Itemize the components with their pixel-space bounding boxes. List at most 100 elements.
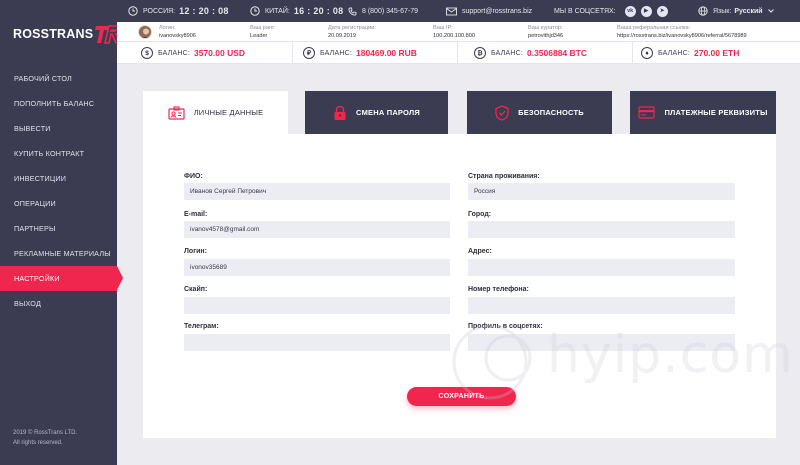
fio-input[interactable]: Иванов Сергей Петрович (184, 183, 450, 200)
tab-personal-data[interactable]: ЛИЧНЫЕ ДАННЫЕ (143, 91, 288, 134)
tab-personal-data-label: ЛИЧНЫЕ ДАННЫЕ (193, 108, 264, 117)
language-value: Русский (734, 7, 763, 15)
registration-date: Дата регистрации: 20.09.2019 (328, 24, 376, 40)
fio-label: ФИО: (184, 173, 203, 180)
balance-label: БАЛАНС: (158, 49, 190, 57)
city-input[interactable] (468, 221, 735, 238)
balance-label: БАЛАНС: (491, 49, 523, 57)
sidebar-item-logout[interactable]: ВЫХОД (0, 291, 117, 316)
balance-value: 270.00 ETH (693, 48, 740, 58)
chevron-down-icon (767, 8, 774, 15)
mail-icon (446, 7, 457, 16)
social-links: МЫ В СОЦСЕТЯХ: vk ▶ ➤ (554, 0, 668, 22)
bitcoin-icon: ₿ (474, 47, 486, 59)
balance-usd: $ БАЛАНС: 3570.00 USD (141, 42, 245, 64)
email-contact[interactable]: support@rosstrans.biz (446, 0, 532, 22)
sidebar-item-buy-contract[interactable]: КУПИТЬ КОНТРАКТ (0, 141, 117, 166)
divider (632, 42, 633, 64)
user-login-label: Логин: (159, 25, 176, 31)
balance-value: 0.3506884 BTC (526, 48, 587, 58)
support-email: support@rosstrans.biz (462, 7, 533, 15)
phone-input[interactable] (468, 297, 735, 314)
referral-link-value[interactable]: https://rosstrans.biz/ivanovsky8906/refe… (617, 32, 747, 40)
id-card-icon (168, 105, 185, 120)
curator: Ваш куратор: petrovithjd346 (528, 24, 563, 40)
telegram-input[interactable] (184, 334, 450, 351)
tab-payment-details[interactable]: ПЛАТЕЖНЫЕ РЕКВИЗИТЫ (630, 91, 776, 134)
telegram-label: Телеграм: (184, 323, 219, 330)
sidebar-item-partners[interactable]: ПАРТНЕРЫ (0, 216, 117, 241)
user-rank-label: Ваш ранг: (250, 25, 276, 31)
login-label: Логин: (184, 248, 207, 255)
clock-icon (250, 6, 260, 16)
lock-icon (333, 105, 347, 121)
address-input[interactable] (468, 259, 735, 276)
ruble-icon: ₽ (303, 47, 315, 59)
sidebar-item-dashboard[interactable]: РАБОЧИЙ СТОЛ (0, 66, 117, 91)
registration-date-label: Дата регистрации: (328, 25, 376, 31)
social-label: МЫ В СОЦСЕТЯХ: (554, 7, 616, 15)
sidebar-item-promo[interactable]: РЕКЛАМНЫЕ МАТЕРИАЛЫ (0, 241, 117, 266)
russia-clock: РОССИЯ: 12 : 20 : 08 (128, 0, 229, 22)
youtube-icon[interactable]: ▶ (640, 5, 652, 17)
shield-icon (495, 104, 509, 121)
balance-value: 180469.00 RUB (355, 48, 417, 58)
topbar: РОССИЯ: 12 : 20 : 08 КИТАЙ: 16 : 20 : 08… (117, 0, 800, 22)
user-rank: Ваш ранг: Leader (250, 24, 276, 40)
avatar[interactable] (138, 25, 152, 39)
login-input[interactable]: ivonov35689 (184, 259, 450, 276)
user-rank-value: Leader (250, 33, 268, 39)
tab-security-label: БЕЗОПАСНОСТЬ (518, 108, 584, 117)
balance-rub: ₽ БАЛАНС: 180469.00 RUB (303, 42, 417, 64)
vk-icon[interactable]: vk (624, 5, 636, 17)
sidebar-item-withdraw[interactable]: ВЫВЕСТИ (0, 116, 117, 141)
telegram-icon[interactable]: ➤ (656, 5, 668, 17)
sidebar-item-operations[interactable]: ОПЕРАЦИИ (0, 191, 117, 216)
credit-card-icon (638, 106, 656, 119)
balance-label: БАЛАНС: (320, 49, 352, 57)
phone-label: Номер телефона: (468, 286, 529, 293)
clock-icon (128, 6, 138, 16)
tab-change-password-label: СМЕНА ПАРОЛЯ (356, 108, 420, 117)
balance-btc: ₿ БАЛАНС: 0.3506884 BTC (474, 42, 587, 64)
skype-label: Скайп: (184, 286, 208, 293)
country-input[interactable]: Россия (468, 183, 735, 200)
ethereum-icon: ♦ (641, 47, 653, 59)
tab-security[interactable]: БЕЗОПАСНОСТЬ (467, 91, 612, 134)
country-label: Страна проживания: (468, 173, 540, 180)
email-label: E-mail: (184, 211, 208, 218)
sidebar: ROSSTRANS РАБОЧИЙ СТОЛ ПОПОЛНИТЬ БАЛАНС … (0, 0, 123, 465)
curator-value: petrovithjd346 (528, 33, 564, 39)
address-label: Адрес: (468, 248, 492, 255)
sidebar-item-deposit[interactable]: ПОПОЛНИТЬ БАЛАНС (0, 91, 117, 116)
sidebar-item-investments[interactable]: ИНВЕСТИЦИИ (0, 166, 117, 191)
save-button[interactable]: СОХРАНИТЬ (407, 387, 516, 406)
phone-contact[interactable]: 8 (800) 345-67-79 (348, 0, 418, 22)
balance-eth: ♦ БАЛАНС: 270.00 ETH (641, 42, 739, 64)
sidebar-item-settings[interactable]: НАСТРОЙКИ (0, 266, 123, 291)
registration-date-value: 20.09.2019 (328, 33, 356, 39)
email-input[interactable]: ivanov4578@gmail.com (184, 221, 450, 238)
user-ip-label: Ваш IP: (433, 25, 453, 31)
copyright-line: All rights reserved. (13, 440, 63, 446)
logo[interactable]: ROSSTRANS (13, 22, 122, 46)
user-ip-value: 100.200.100.800 (433, 33, 475, 39)
skype-input[interactable] (184, 297, 450, 314)
russia-time: 12 : 20 : 08 (179, 6, 229, 16)
phone-number: 8 (800) 345-67-79 (362, 7, 419, 15)
china-label: КИТАЙ: (265, 7, 290, 15)
balances-bar: $ БАЛАНС: 3570.00 USD ₽ БАЛАНС: 180469.0… (117, 42, 800, 64)
social-profile-input[interactable] (468, 334, 735, 351)
phone-icon (348, 7, 357, 16)
sidebar-nav: РАБОЧИЙ СТОЛ ПОПОЛНИТЬ БАЛАНС ВЫВЕСТИ КУ… (0, 66, 123, 316)
china-clock: КИТАЙ: 16 : 20 : 08 (250, 0, 343, 22)
user-login-value: ivanovsky8906 (159, 33, 197, 39)
tab-change-password[interactable]: СМЕНА ПАРОЛЯ (305, 91, 448, 134)
dollar-icon: $ (141, 47, 153, 59)
china-time: 16 : 20 : 08 (293, 6, 344, 16)
language-selector[interactable]: Язык: Русский (698, 0, 774, 22)
tab-payment-details-label: ПЛАТЕЖНЫЕ РЕКВИЗИТЫ (664, 108, 768, 117)
city-label: Город: (468, 211, 492, 218)
language-label: Язык: (713, 7, 732, 15)
balance-value: 3570.00 USD (193, 48, 246, 58)
